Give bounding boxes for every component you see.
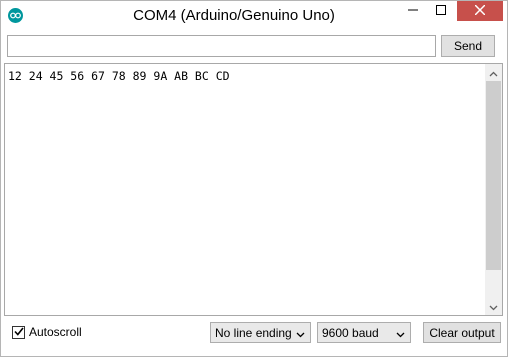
- autoscroll-option[interactable]: Autoscroll: [12, 324, 82, 340]
- line-ending-select[interactable]: No line ending: [210, 322, 311, 343]
- vertical-scrollbar[interactable]: [485, 64, 502, 315]
- line-ending-value: No line ending: [215, 325, 292, 340]
- autoscroll-label: Autoscroll: [29, 325, 82, 339]
- serial-output[interactable]: 12 24 45 56 67 78 89 9A AB BC CD: [4, 63, 503, 316]
- scroll-down-button[interactable]: [485, 298, 502, 315]
- scroll-thumb[interactable]: [486, 81, 501, 270]
- output-text: 12 24 45 56 67 78 89 9A AB BC CD: [8, 69, 230, 83]
- minimize-icon: [408, 4, 418, 18]
- baud-rate-select[interactable]: 9600 baud: [317, 322, 411, 343]
- close-button[interactable]: [457, 1, 503, 21]
- chevron-up-icon: [489, 66, 498, 80]
- scroll-up-button[interactable]: [485, 64, 502, 81]
- title-bar: COM4 (Arduino/Genuino Uno): [1, 1, 507, 31]
- maximize-button[interactable]: [427, 1, 455, 21]
- minimize-button[interactable]: [399, 1, 427, 21]
- chevron-down-icon: [296, 328, 305, 342]
- chevron-down-icon: [489, 300, 498, 314]
- chevron-down-icon: [396, 328, 405, 342]
- autoscroll-checkbox[interactable]: [12, 325, 25, 339]
- close-icon: [474, 4, 486, 18]
- send-input[interactable]: [7, 35, 436, 57]
- maximize-icon: [436, 4, 446, 18]
- baud-rate-value: 9600 baud: [322, 325, 379, 340]
- send-button[interactable]: Send: [441, 35, 495, 57]
- serial-monitor-window: COM4 (Arduino/Genuino Uno) Send 12 24 45…: [0, 0, 508, 357]
- clear-output-button[interactable]: Clear output: [423, 322, 501, 343]
- checkmark-icon: [13, 325, 24, 339]
